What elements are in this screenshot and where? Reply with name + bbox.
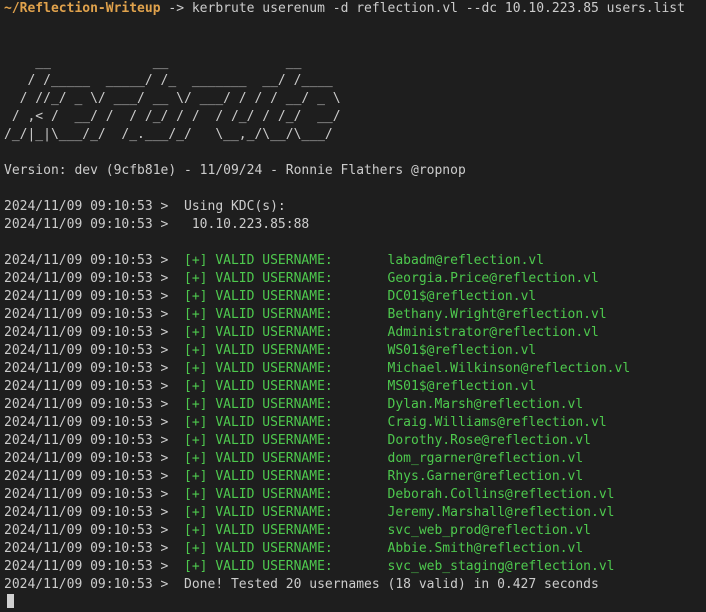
username: svc_web_prod@reflection.vl — [387, 523, 592, 538]
results-list: 2024/11/09 09:10:53 > [+] VALID USERNAME… — [4, 252, 706, 576]
valid-username-tag: [+] VALID USERNAME: — [184, 361, 388, 376]
valid-username-tag: [+] VALID USERNAME: — [184, 343, 388, 358]
result-row: 2024/11/09 09:10:53 > [+] VALID USERNAME… — [4, 450, 706, 468]
kdc-value-line: 2024/11/09 09:10:53 > 10.10.223.85:88 — [4, 216, 706, 234]
banner-line: __ __ __ — [4, 55, 341, 70]
timestamp: 2024/11/09 09:10:53 > — [4, 487, 185, 502]
valid-username-tag: [+] VALID USERNAME: — [184, 271, 388, 286]
result-row: 2024/11/09 09:10:53 > [+] VALID USERNAME… — [4, 306, 706, 324]
banner-line: / ,< / __/ / / /_/ / / / /_/ / /_/ __/ — [4, 109, 341, 124]
result-row: 2024/11/09 09:10:53 > [+] VALID USERNAME… — [4, 324, 706, 342]
username: Craig.Williams@reflection.vl — [387, 415, 607, 430]
timestamp: 2024/11/09 09:10:53 > — [4, 451, 185, 466]
valid-username-tag: [+] VALID USERNAME: — [184, 397, 388, 412]
result-row: 2024/11/09 09:10:53 > [+] VALID USERNAME… — [4, 378, 706, 396]
result-row: 2024/11/09 09:10:53 > [+] VALID USERNAME… — [4, 342, 706, 360]
valid-username-tag: [+] VALID USERNAME: — [184, 487, 388, 502]
banner-line: / //_/ _ \/ ___/ __ \/ ___/ / / / __/ _ … — [4, 91, 341, 106]
valid-username-tag: [+] VALID USERNAME: — [184, 541, 388, 556]
result-row: 2024/11/09 09:10:53 > [+] VALID USERNAME… — [4, 252, 706, 270]
result-row: 2024/11/09 09:10:53 > [+] VALID USERNAME… — [4, 432, 706, 450]
username: Rhys.Garner@reflection.vl — [387, 469, 584, 484]
result-row: 2024/11/09 09:10:53 > [+] VALID USERNAME… — [4, 522, 706, 540]
timestamp: 2024/11/09 09:10:53 > — [4, 577, 185, 592]
username: Dorothy.Rose@reflection.vl — [387, 433, 592, 448]
timestamp: 2024/11/09 09:10:53 > — [4, 541, 185, 556]
timestamp: 2024/11/09 09:10:53 > — [4, 361, 185, 376]
result-row: 2024/11/09 09:10:53 > [+] VALID USERNAME… — [4, 360, 706, 378]
timestamp: 2024/11/09 09:10:53 > — [4, 379, 185, 394]
timestamp: 2024/11/09 09:10:53 > — [4, 415, 185, 430]
username: svc_web_staging@reflection.vl — [387, 559, 615, 574]
timestamp: 2024/11/09 09:10:53 > — [4, 325, 185, 340]
valid-username-tag: [+] VALID USERNAME: — [184, 505, 388, 520]
result-row: 2024/11/09 09:10:53 > [+] VALID USERNAME… — [4, 558, 706, 576]
timestamp: 2024/11/09 09:10:53 > — [4, 253, 185, 268]
banner-line: / /_____ _____/ /_ _______ __/ /____ — [4, 73, 341, 88]
timestamp: 2024/11/09 09:10:53 > — [4, 505, 185, 520]
banner-line: /_/|_|\___/_/ /_.___/_/ \__,_/\__/\___/ — [4, 127, 341, 142]
username: dom_rgarner@reflection.vl — [387, 451, 584, 466]
timestamp: 2024/11/09 09:10:53 > — [4, 307, 185, 322]
kdc-value: 10.10.223.85:88 — [184, 217, 310, 232]
timestamp: 2024/11/09 09:10:53 > — [4, 343, 185, 358]
valid-username-tag: [+] VALID USERNAME: — [184, 325, 388, 340]
valid-username-tag: [+] VALID USERNAME: — [184, 559, 388, 574]
prompt-arrow: -> — [160, 1, 192, 16]
cursor — [7, 594, 14, 608]
valid-username-tag: [+] VALID USERNAME: — [184, 523, 388, 538]
valid-username-tag: [+] VALID USERNAME: — [184, 379, 388, 394]
terminal-window[interactable]: ~/Reflection-Writeup -> kerbrute userenu… — [0, 0, 706, 608]
username: Administrator@reflection.vl — [387, 325, 599, 340]
version-line: Version: dev (9cfb81e) - 11/09/24 - Ronn… — [4, 163, 466, 178]
timestamp: 2024/11/09 09:10:53 > — [4, 289, 185, 304]
username: DC01$@reflection.vl — [387, 289, 537, 304]
result-row: 2024/11/09 09:10:53 > [+] VALID USERNAME… — [4, 540, 706, 558]
result-row: 2024/11/09 09:10:53 > [+] VALID USERNAME… — [4, 486, 706, 504]
command-line: ~/Reflection-Writeup -> kerbrute userenu… — [4, 0, 706, 18]
valid-username-tag: [+] VALID USERNAME: — [184, 469, 388, 484]
valid-username-tag: [+] VALID USERNAME: — [184, 289, 388, 304]
kdc-label: Using KDC(s): — [184, 199, 286, 214]
result-row: 2024/11/09 09:10:53 > [+] VALID USERNAME… — [4, 504, 706, 522]
username: labadm@reflection.vl — [387, 253, 545, 268]
username: Bethany.Wright@reflection.vl — [387, 307, 607, 322]
done-text: Done! Tested 20 usernames (18 valid) in … — [184, 577, 599, 592]
username: Deborah.Collins@reflection.vl — [387, 487, 615, 502]
timestamp: 2024/11/09 09:10:53 > — [4, 523, 185, 538]
username: Jeremy.Marshall@reflection.vl — [387, 505, 615, 520]
result-row: 2024/11/09 09:10:53 > [+] VALID USERNAME… — [4, 396, 706, 414]
result-row: 2024/11/09 09:10:53 > [+] VALID USERNAME… — [4, 270, 706, 288]
timestamp: 2024/11/09 09:10:53 > — [4, 469, 185, 484]
username: Abbie.Smith@reflection.vl — [387, 541, 584, 556]
timestamp: 2024/11/09 09:10:53 > — [4, 217, 185, 232]
valid-username-tag: [+] VALID USERNAME: — [184, 415, 388, 430]
ascii-banner: __ __ __ / /_____ _____/ /_ _______ __/ … — [4, 36, 706, 144]
timestamp: 2024/11/09 09:10:53 > — [4, 397, 185, 412]
username: Dylan.Marsh@reflection.vl — [387, 397, 584, 412]
username: WS01$@reflection.vl — [387, 343, 537, 358]
valid-username-tag: [+] VALID USERNAME: — [184, 307, 388, 322]
timestamp: 2024/11/09 09:10:53 > — [4, 559, 185, 574]
username: Michael.Wilkinson@reflection.vl — [387, 361, 631, 376]
username: Georgia.Price@reflection.vl — [387, 271, 599, 286]
result-row: 2024/11/09 09:10:53 > [+] VALID USERNAME… — [4, 414, 706, 432]
valid-username-tag: [+] VALID USERNAME: — [184, 253, 388, 268]
command-text: kerbrute userenum -d reflection.vl --dc … — [191, 1, 685, 16]
valid-username-tag: [+] VALID USERNAME: — [184, 451, 388, 466]
kdc-line: 2024/11/09 09:10:53 > Using KDC(s): — [4, 198, 706, 216]
prompt-path: ~/Reflection-Writeup — [4, 1, 161, 16]
timestamp: 2024/11/09 09:10:53 > — [4, 271, 185, 286]
result-row: 2024/11/09 09:10:53 > [+] VALID USERNAME… — [4, 288, 706, 306]
timestamp: 2024/11/09 09:10:53 > — [4, 199, 185, 214]
timestamp: 2024/11/09 09:10:53 > — [4, 433, 185, 448]
cursor-line — [4, 594, 706, 612]
username: MS01$@reflection.vl — [387, 379, 537, 394]
result-row: 2024/11/09 09:10:53 > [+] VALID USERNAME… — [4, 468, 706, 486]
valid-username-tag: [+] VALID USERNAME: — [184, 433, 388, 448]
